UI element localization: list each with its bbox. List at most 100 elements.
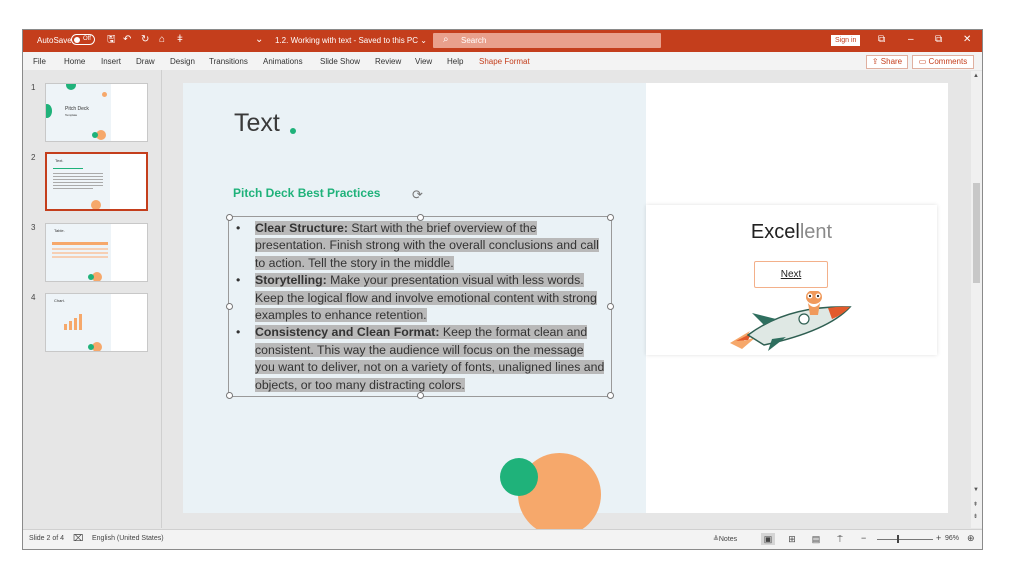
thumb-line xyxy=(53,173,103,174)
close-icon[interactable]: ✕ xyxy=(963,34,971,45)
slide-counter: Slide 2 of 4 xyxy=(29,535,65,542)
ribbon-tabs: File Home Insert Draw Design Transitions… xyxy=(23,52,982,70)
thumb-title: Text. xyxy=(55,158,64,163)
spelling-check-icon[interactable]: ⌧ xyxy=(73,533,83,544)
tab-design[interactable]: Design xyxy=(170,57,195,66)
search-icon: ⌕ xyxy=(443,34,449,45)
notes-button[interactable]: ≜Notes xyxy=(713,535,737,543)
slide-number: 3 xyxy=(31,223,36,232)
customize-qat-icon[interactable]: ⌄ xyxy=(255,33,263,47)
redo-icon[interactable]: ↻ xyxy=(141,33,149,47)
autosave-label: AutoSave xyxy=(37,36,72,45)
card-heading-part1: Excel xyxy=(750,221,800,243)
next-button[interactable]: Next xyxy=(754,261,828,288)
normal-view-icon[interactable]: ▣ xyxy=(761,533,775,545)
thumb-table-row xyxy=(52,256,108,258)
language-label[interactable]: English (United States) xyxy=(92,535,164,542)
ribbon-display-options-icon[interactable]: ⧉ xyxy=(878,34,885,45)
bullet-item: Storytelling: Make your presentation vis… xyxy=(233,272,605,324)
slide-canvas[interactable]: Text Pitch Deck Best Practices ⟳ Clear S… xyxy=(183,83,948,536)
previous-slide-icon[interactable]: ⇞ xyxy=(973,501,978,508)
thumb-right-panel xyxy=(111,294,147,351)
chevron-down-icon: ⌄ xyxy=(420,36,427,45)
comments-button[interactable]: ▭ Comments xyxy=(912,55,974,69)
thumb-line xyxy=(53,185,103,186)
slide-subtitle[interactable]: Pitch Deck Best Practices xyxy=(233,186,380,200)
resize-handle[interactable] xyxy=(226,303,233,310)
sign-in-button[interactable]: Sign in xyxy=(831,35,861,46)
zoom-out-button[interactable]: − xyxy=(861,533,866,543)
restore-icon[interactable]: ⧉ xyxy=(935,34,942,45)
feedback-card: Excellent Next xyxy=(646,205,937,355)
tab-help[interactable]: Help xyxy=(447,57,463,66)
selected-text-box[interactable]: Clear Structure: Start with the brief ov… xyxy=(226,214,614,399)
rotate-handle-icon[interactable]: ⟳ xyxy=(412,187,423,203)
bullet-bold-text: Clear Structure: xyxy=(255,221,348,235)
undo-icon[interactable]: ↶ xyxy=(123,33,131,47)
zoom-slider[interactable] xyxy=(877,539,933,540)
thumb-bar xyxy=(79,314,82,330)
document-title[interactable]: 1.2. Working with text - Saved to this P… xyxy=(275,36,427,45)
slide-thumbnail-2[interactable]: Text. xyxy=(45,152,148,211)
zoom-in-button[interactable]: + xyxy=(936,533,941,543)
reading-view-icon[interactable]: ▤ xyxy=(809,533,823,545)
card-heading-part2: lent xyxy=(799,221,833,243)
tab-slide-show[interactable]: Slide Show xyxy=(320,57,360,66)
thumb-circle xyxy=(102,92,107,97)
save-icon[interactable]: 🖫 xyxy=(107,33,116,47)
format-painter-icon[interactable]: ǂ xyxy=(177,33,183,47)
thumb-circle xyxy=(92,132,98,138)
tab-shape-format[interactable]: Shape Format xyxy=(479,57,530,66)
pane-divider[interactable] xyxy=(161,70,162,528)
thumb-line xyxy=(53,188,93,189)
title-bar: AutoSave Off 🖫 ↶ ↻ ⌂ ǂ ⌄ 1.2. Working wi… xyxy=(23,30,982,52)
toggle-knob xyxy=(74,36,80,43)
resize-handle[interactable] xyxy=(607,392,614,399)
resize-handle[interactable] xyxy=(226,214,233,221)
slide-thumbnail-3[interactable]: Table. xyxy=(45,223,148,282)
zoom-slider-handle[interactable] xyxy=(897,535,899,543)
next-slide-icon[interactable]: ⇟ xyxy=(973,513,978,520)
share-button[interactable]: ⇪ Share xyxy=(866,55,908,69)
slide-thumbnail-1[interactable]: Pitch Deck Template xyxy=(45,83,148,142)
tab-animations[interactable]: Animations xyxy=(263,57,303,66)
vertical-scrollbar[interactable]: ▲ ▼ ⇞ ⇟ xyxy=(971,71,982,528)
resize-handle[interactable] xyxy=(607,303,614,310)
tab-review[interactable]: Review xyxy=(375,57,401,66)
scroll-down-icon[interactable]: ▼ xyxy=(973,487,979,493)
slide-sorter-icon[interactable]: ⊞ xyxy=(785,533,799,545)
resize-handle[interactable] xyxy=(226,392,233,399)
comment-icon: ▭ xyxy=(918,57,927,66)
bullet-item: Clear Structure: Start with the brief ov… xyxy=(233,220,605,272)
search-input[interactable]: ⌕ Search xyxy=(433,33,661,48)
tab-transitions[interactable]: Transitions xyxy=(209,57,248,66)
thumb-bar xyxy=(74,318,77,330)
touch-mode-icon[interactable]: ⌂ xyxy=(159,33,165,47)
tab-home[interactable]: Home xyxy=(64,57,85,66)
decorative-green-circle xyxy=(500,458,538,496)
minimize-icon[interactable]: – xyxy=(908,34,914,45)
tab-view[interactable]: View xyxy=(415,57,432,66)
slide-title[interactable]: Text xyxy=(234,109,280,138)
tab-draw[interactable]: Draw xyxy=(136,57,155,66)
slide-thumbnail-4[interactable]: Chart. xyxy=(45,293,148,352)
scroll-up-icon[interactable]: ▲ xyxy=(973,73,979,79)
thumb-line xyxy=(53,179,103,180)
autosave-toggle[interactable]: Off xyxy=(71,34,95,45)
powerpoint-window: AutoSave Off 🖫 ↶ ↻ ⌂ ǂ ⌄ 1.2. Working wi… xyxy=(22,29,983,550)
share-label: Share xyxy=(880,57,903,66)
thumb-circle xyxy=(88,274,94,280)
card-heading: Excellent xyxy=(646,221,937,244)
zoom-level[interactable]: 96% xyxy=(945,535,959,542)
autosave-state: Off xyxy=(83,36,91,42)
thumb-bar xyxy=(64,324,67,330)
scrollbar-thumb[interactable] xyxy=(973,183,980,283)
resize-handle[interactable] xyxy=(607,214,614,221)
thumb-line xyxy=(53,176,103,177)
thumb-title: Table. xyxy=(54,228,65,233)
share-icon: ⇪ xyxy=(871,57,879,66)
tab-file[interactable]: File xyxy=(33,57,46,66)
fit-slide-icon[interactable]: ⊕ xyxy=(967,533,975,544)
slide-show-icon[interactable]: ⍑ xyxy=(833,533,847,545)
tab-insert[interactable]: Insert xyxy=(101,57,121,66)
